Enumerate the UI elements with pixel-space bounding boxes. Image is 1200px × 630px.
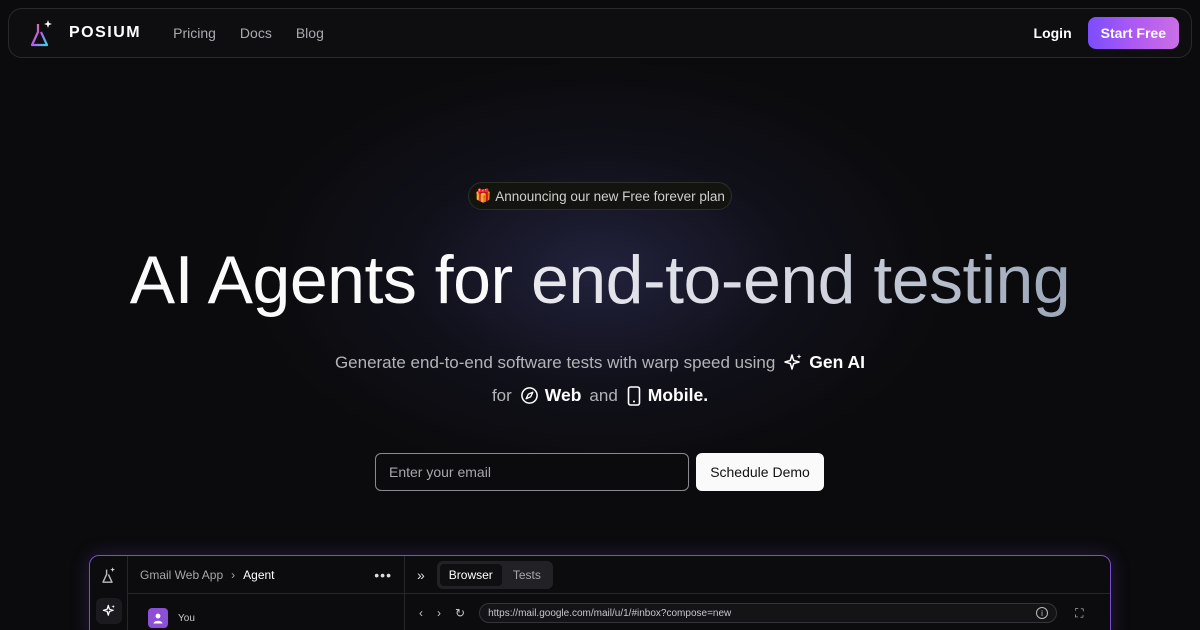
nav-links: Pricing Docs Blog: [173, 25, 324, 41]
and-text: and: [589, 385, 618, 405]
breadcrumb: Gmail Web App › Agent •••: [128, 556, 404, 594]
chevron-right-icon: ›: [231, 567, 236, 582]
compass-icon: [520, 387, 538, 404]
avatar: [148, 608, 168, 628]
ai-agent-button[interactable]: [96, 598, 122, 624]
gen-ai-text: Gen AI: [809, 352, 866, 372]
brand-name: POSIUM: [69, 24, 142, 41]
login-link[interactable]: Login: [1034, 25, 1072, 41]
schedule-demo-button[interactable]: Schedule Demo: [696, 453, 824, 491]
url-bar[interactable]: https://mail.google.com/mail/u/1/#inbox?…: [479, 603, 1058, 623]
sparkle-icon: [784, 353, 802, 370]
nav-link-pricing[interactable]: Pricing: [173, 25, 216, 41]
headline-part-2: end-to-end testing: [531, 242, 1071, 318]
app-preview-window: Gmail Web App › Agent ••• You » Browser …: [89, 555, 1111, 630]
breadcrumb-current: Agent: [243, 567, 275, 582]
back-icon[interactable]: ‹: [419, 606, 423, 620]
user-avatar-icon: [153, 613, 163, 624]
logo-icon: [30, 20, 52, 47]
hero-headline: AI Agents for end-to-end testing: [0, 236, 1200, 324]
nav-link-blog[interactable]: Blog: [296, 25, 324, 41]
url-text: https://mail.google.com/mail/u/1/#inbox?…: [488, 607, 732, 619]
email-input[interactable]: [375, 453, 689, 491]
hero-subtitle-line-2: for Web and Mobile.: [0, 385, 1200, 406]
preview-chat-panel: Gmail Web App › Agent ••• You: [128, 556, 405, 630]
hero-subtitle-line-1: Generate end-to-end software tests with …: [0, 352, 1200, 373]
web-text: Web: [544, 385, 582, 405]
announcement-text: Announcing our new Free forever plan: [495, 188, 725, 204]
forward-icon[interactable]: ›: [437, 606, 441, 620]
fullscreen-icon[interactable]: ⛶: [1075, 606, 1083, 621]
gen-ai-label: Gen AI: [783, 352, 865, 373]
for-text: for: [491, 385, 512, 405]
nav-link-docs[interactable]: Docs: [240, 25, 272, 41]
mobile-text: Mobile.: [647, 385, 709, 405]
brand-logo[interactable]: POSIUM: [29, 18, 141, 48]
announcement-badge[interactable]: 🎁 Announcing our new Free forever plan: [468, 182, 732, 210]
headline-part-1: AI Agents for: [129, 242, 513, 318]
web-label: Web: [520, 385, 582, 406]
mobile-label: Mobile.: [626, 385, 708, 406]
breadcrumb-project[interactable]: Gmail Web App: [140, 568, 223, 582]
double-chevron-right-icon[interactable]: »: [417, 567, 425, 583]
nav-actions: Login Start Free: [1034, 17, 1179, 49]
top-navbar: POSIUM Pricing Docs Blog Login Start Fre…: [8, 8, 1192, 58]
tab-tests[interactable]: Tests: [504, 564, 550, 586]
subtitle-text: Generate end-to-end software tests with …: [334, 352, 776, 372]
browser-panel-header: » Browser Tests: [405, 556, 1110, 594]
info-icon[interactable]: i: [1036, 607, 1049, 619]
view-tabs: Browser Tests: [436, 560, 553, 589]
more-options-icon[interactable]: •••: [374, 567, 392, 583]
reload-icon[interactable]: ↻: [455, 606, 465, 620]
preview-icon-rail: [90, 556, 128, 630]
start-free-button[interactable]: Start Free: [1087, 17, 1179, 49]
message-author: You: [178, 612, 195, 624]
smartphone-icon: [627, 385, 641, 406]
browser-toolbar: ‹ › ↻ https://mail.google.com/mail/u/1/#…: [405, 594, 1110, 630]
chat-message-user: You: [128, 594, 404, 628]
tab-browser[interactable]: Browser: [439, 563, 502, 586]
preview-browser-panel: » Browser Tests ‹ › ↻ https://mail.googl…: [405, 556, 1110, 630]
logo-icon: [102, 567, 115, 583]
gift-icon: 🎁: [475, 188, 492, 203]
sparkle-icon: [102, 604, 115, 616]
